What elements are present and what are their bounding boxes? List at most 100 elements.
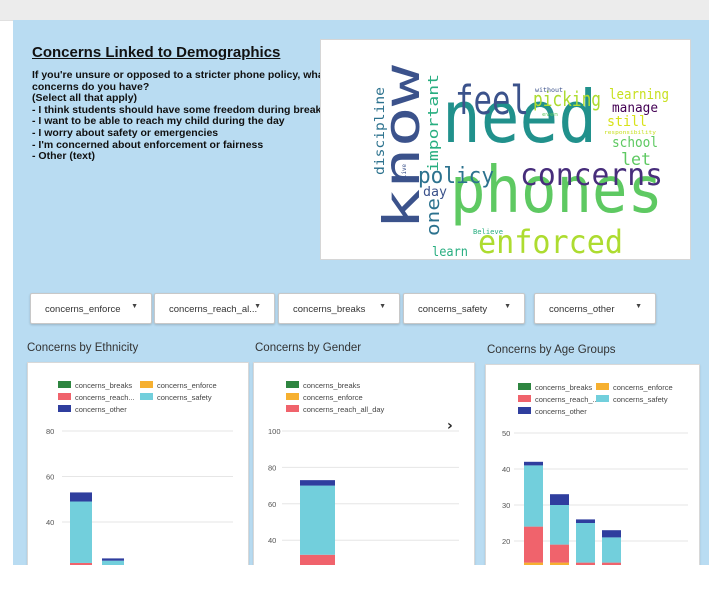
filter-label: concerns_other: [549, 304, 615, 315]
bar-segment: [550, 544, 569, 563]
legend-label: concerns_breaks: [535, 383, 592, 392]
y-tick-label: 60: [268, 500, 276, 509]
bar-segment: [70, 492, 92, 502]
legend-label: concerns_breaks: [303, 381, 360, 390]
chart-age-groups: concerns_breaks concerns_enforce concerns_…: [502, 383, 688, 565]
dropdown-arrow-icon: ▼: [131, 303, 138, 310]
legend-label: concerns_safety: [613, 395, 668, 404]
filter-label: concerns_breaks: [293, 304, 366, 315]
bar-segment: [602, 562, 621, 565]
bar-segment: [300, 485, 335, 555]
chart-title-age-groups: Concerns by Age Groups: [487, 344, 616, 356]
question-line: - Other (text): [32, 150, 95, 163]
bar-segment: [300, 554, 335, 565]
legend-swatch: [286, 381, 299, 388]
bar-segment: [102, 560, 124, 565]
bar-segment: [524, 526, 543, 563]
chart-gender: concerns_breaks concerns_enforce concerns_…: [268, 381, 459, 565]
word: live: [401, 164, 408, 178]
legend-swatch: [140, 381, 153, 388]
bar-segment: [550, 494, 569, 505]
legend-label: concerns_reach_...: [535, 395, 599, 404]
legend-label: concerns_reach_all_day: [303, 405, 385, 414]
bar-segment: [102, 558, 124, 561]
dropdown-arrow-icon: ▼: [504, 303, 511, 310]
filter-concerns-reach-all-day[interactable]: concerns_reach_al... ▼: [154, 293, 275, 324]
word: one: [423, 198, 444, 236]
legend-label: concerns_reach...: [75, 393, 135, 402]
bar-segment: [300, 480, 335, 486]
bar-segment: [576, 519, 595, 523]
dropdown-arrow-icon: ▼: [379, 303, 386, 310]
dropdown-arrow-icon: ▼: [635, 303, 642, 310]
legend-swatch: [58, 405, 71, 412]
word: learn: [432, 245, 468, 259]
word: let: [621, 150, 651, 170]
legend-next-icon: ›: [447, 418, 453, 434]
word: important: [426, 74, 442, 172]
y-tick-label: 40: [268, 536, 276, 545]
word: discipline: [373, 87, 388, 175]
bar-segment: [524, 461, 543, 466]
chart-card-ethnicity: concerns_breaks concerns_enforce concerns_…: [27, 362, 249, 565]
chart-card-age-groups: concerns_breaks concerns_enforce concerns_…: [485, 364, 700, 565]
filter-concerns-enforce[interactable]: concerns_enforce ▼: [30, 293, 152, 324]
bar-segment: [550, 505, 569, 545]
legend-swatch: [518, 383, 531, 390]
legend-swatch: [140, 393, 153, 400]
legend-swatch: [518, 407, 531, 414]
y-tick-label: 40: [46, 518, 54, 527]
page-title: Concerns Linked to Demographics: [32, 44, 281, 61]
legend-swatch: [286, 393, 299, 400]
legend-label: concerns_breaks: [75, 381, 132, 390]
question-line: If you're unsure or opposed to a stricte…: [32, 69, 328, 81]
y-tick-label: 60: [46, 473, 54, 482]
legend-swatch: [58, 393, 71, 400]
filter-label: concerns_safety: [418, 304, 488, 315]
bar-segment: [70, 562, 92, 565]
chart-ethnicity: concerns_breaks concerns_enforce concerns_…: [46, 381, 233, 566]
word: feel: [455, 78, 529, 124]
report-canvas: Concerns Linked to Demographics If you'r…: [13, 20, 709, 565]
legend-swatch: [518, 395, 531, 402]
bar-segment: [576, 523, 595, 563]
y-tick-label: 30: [502, 501, 510, 510]
y-tick-label: 50: [502, 429, 510, 438]
y-tick-label: 80: [268, 463, 276, 472]
y-tick-label: 100: [268, 427, 281, 436]
dropdown-arrow-icon: ▼: [254, 303, 261, 310]
legend-swatch: [286, 405, 299, 412]
filter-label: concerns_enforce: [45, 304, 121, 315]
browser-top-strip: [0, 0, 709, 21]
bar-segment: [524, 465, 543, 527]
bar-segment: [576, 562, 595, 565]
legend-label: concerns_other: [535, 407, 587, 416]
word: without: [535, 87, 563, 94]
bar-segment: [524, 562, 543, 565]
legend-label: concerns_other: [75, 405, 127, 414]
filter-label: concerns_reach_al...: [169, 304, 258, 315]
legend-swatch: [58, 381, 71, 388]
y-tick-label: 20: [502, 537, 510, 546]
filter-concerns-safety[interactable]: concerns_safety ▼: [403, 293, 525, 324]
chart-card-gender: concerns_breaks concerns_enforce concerns_…: [253, 362, 475, 565]
word: even: [542, 112, 558, 118]
word: responsibility: [604, 130, 656, 136]
word-cloud: need phones know concerns feel enforced …: [320, 39, 691, 260]
bar-segment: [550, 562, 569, 565]
legend-label: concerns_enforce: [613, 383, 673, 392]
legend-label: concerns_safety: [157, 393, 212, 402]
word: Believe: [473, 228, 503, 236]
y-tick-label: 80: [46, 427, 54, 436]
filter-concerns-breaks[interactable]: concerns_breaks ▼: [278, 293, 400, 324]
legend-swatch: [596, 395, 609, 402]
filter-concerns-other[interactable]: concerns_other ▼: [534, 293, 656, 324]
word: day: [423, 185, 447, 200]
bar-segment: [602, 537, 621, 563]
question-line: - I worry about safety or emergencies: [32, 126, 219, 139]
word-cloud-svg: need phones know concerns feel enforced …: [373, 64, 669, 259]
legend-label: concerns_enforce: [157, 381, 217, 390]
word: school: [612, 135, 658, 151]
chart-title-ethnicity: Concerns by Ethnicity: [27, 342, 139, 354]
y-tick-label: 20: [46, 564, 54, 566]
